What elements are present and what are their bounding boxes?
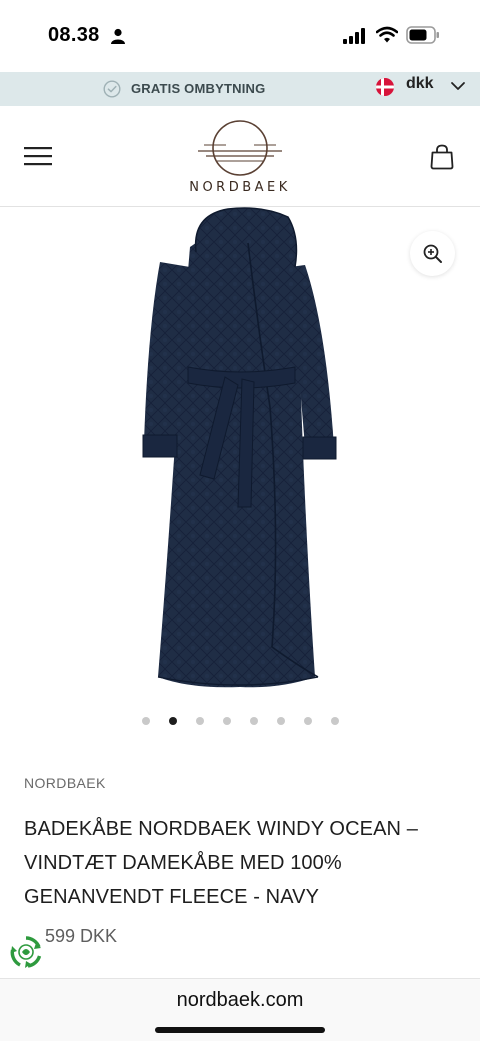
product-image[interactable]	[130, 207, 350, 692]
gallery-dot[interactable]	[196, 717, 204, 725]
gallery-dot-active[interactable]	[169, 717, 177, 725]
gallery-pagination	[0, 715, 480, 727]
browser-url-bar[interactable]: nordbaek.com	[0, 978, 480, 1041]
cellular-signal-icon	[343, 28, 365, 44]
menu-icon[interactable]	[24, 145, 52, 167]
zoom-in-icon	[423, 244, 442, 263]
product-gallery[interactable]	[0, 207, 480, 702]
announcement-bar: GRATIS OMBYTNING dkk	[0, 72, 480, 106]
announcement-text: GRATIS OMBYTNING	[131, 81, 266, 96]
battery-icon	[406, 26, 439, 44]
logo-mark-icon	[198, 120, 282, 176]
status-time: 08.38	[48, 24, 100, 46]
url-text[interactable]: nordbaek.com	[0, 989, 480, 1012]
person-icon	[111, 28, 125, 44]
gallery-dot[interactable]	[142, 717, 150, 725]
product-vendor[interactable]: NORDBAEK	[24, 775, 106, 791]
shopping-bag-icon[interactable]	[430, 144, 454, 170]
wifi-icon	[376, 26, 398, 43]
status-bar: 08.38	[0, 0, 480, 72]
product-title: BADEKÅBE NORDBAEK WINDY OCEAN – VINDTÆT …	[24, 818, 418, 908]
site-logo[interactable]: NORDBAEK	[188, 118, 292, 198]
gallery-dot[interactable]	[250, 717, 258, 725]
site-header: NORDBAEK	[0, 106, 480, 207]
chevron-down-icon[interactable]	[450, 79, 466, 93]
check-circle-icon	[103, 80, 121, 98]
currency-selector[interactable]: dkk	[406, 75, 434, 93]
zoom-button[interactable]	[410, 231, 455, 276]
gallery-dot[interactable]	[304, 717, 312, 725]
logo-text: NORDBAEK	[189, 180, 291, 195]
gallery-dot[interactable]	[223, 717, 231, 725]
gallery-dot[interactable]	[277, 717, 285, 725]
home-indicator[interactable]	[155, 1027, 325, 1033]
recycle-badge-icon[interactable]	[8, 934, 44, 970]
gallery-dot[interactable]	[331, 717, 339, 725]
denmark-flag-icon[interactable]	[376, 78, 394, 96]
